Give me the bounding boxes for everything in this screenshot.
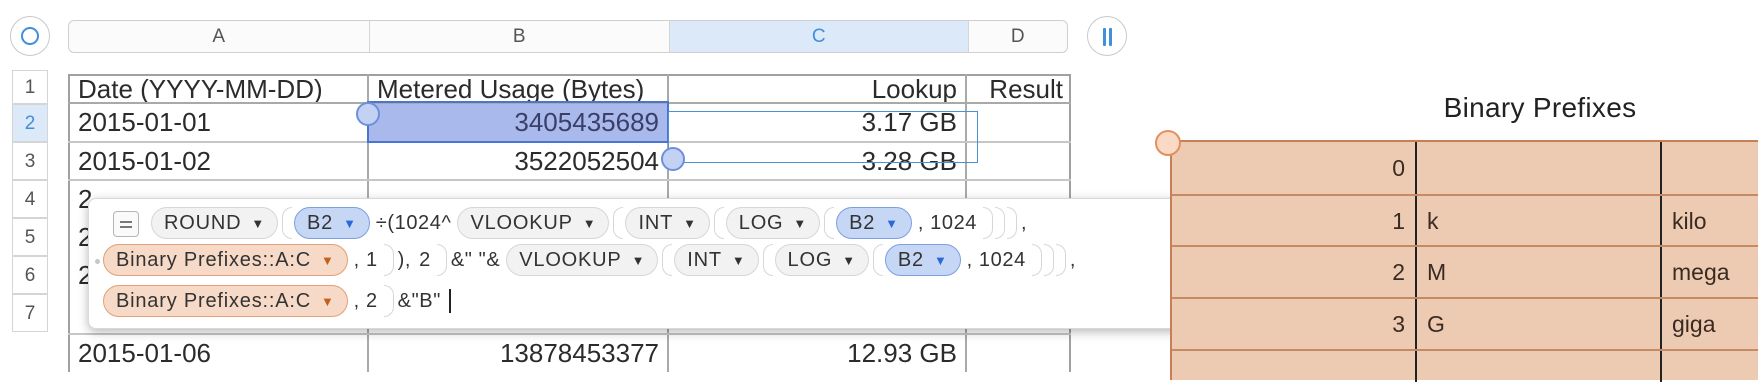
function-token-vlookup[interactable]: VLOOKUP ▼ [457,207,610,239]
formula-editor[interactable]: ROUND ▼ B2 ▼ ÷(1024^ VLOOKUP ▼ INT ▼ LOG ▼ B2… [88,198,1308,329]
header-date[interactable]: Date (YYYY-MM-DD) [70,76,367,102]
cell-a7[interactable]: 2015-01-06 [70,335,367,372]
text-caret [448,289,451,313]
formula-text: &"B" [397,289,441,312]
column-header-bar: A B C D [68,20,1068,53]
header-lookup[interactable]: Lookup [669,76,965,102]
function-token-log[interactable]: LOG ▼ [774,244,869,276]
cell-b3[interactable]: 3522052504 [369,143,667,179]
reference-handle-top[interactable] [356,102,380,126]
column-header-d[interactable]: D [969,21,1067,52]
prefix-exponent[interactable]: 3 [1172,299,1415,349]
column-header-c[interactable]: C [670,21,969,52]
prefix-exponent[interactable]: 2 [1172,247,1415,297]
prefix-exponent[interactable]: 1 [1172,196,1415,246]
function-token-int[interactable]: INT ▼ [674,244,759,276]
formula-line-1: ROUND ▼ B2 ▼ ÷(1024^ VLOOKUP ▼ INT ▼ LOG ▼ B2… [151,205,1033,241]
row-header-2[interactable]: 2 [12,104,48,142]
reference-token-b2[interactable]: B2 ▼ [836,207,912,239]
formula-equals-icon[interactable] [113,211,139,237]
formula-text: ), [397,248,412,271]
header-usage[interactable]: Metered Usage (Bytes) [369,76,667,102]
prefix-range-handle[interactable] [1155,130,1181,156]
range-token-binary-prefixes[interactable]: Binary Prefixes::A:C ▼ [103,285,348,317]
formula-text: , [1021,211,1028,234]
formula-text: , 1024 [966,248,1026,271]
select-all-icon[interactable] [10,16,50,56]
function-token-round[interactable]: ROUND ▼ [151,207,279,239]
reference-cell-border [367,101,669,143]
formula-text: ÷(1024^ [375,211,452,234]
reference-token-b2[interactable]: B2 ▼ [294,207,370,239]
function-token-int[interactable]: INT ▼ [625,207,710,239]
column-header-b[interactable]: B [370,21,670,52]
prefix-name[interactable]: mega [1662,247,1758,297]
prefix-symbol[interactable]: G [1417,299,1660,349]
prefix-symbol[interactable]: k [1417,196,1660,246]
reference-token-b2[interactable]: B2 ▼ [884,244,961,276]
reference-handle-bottom[interactable] [661,147,685,171]
row-header-4[interactable]: 4 [12,180,48,218]
cell-a3[interactable]: 2015-01-02 [70,143,367,179]
row-header-7[interactable]: 7 [12,294,48,332]
prefix-name[interactable]: kilo [1662,196,1758,246]
row-header-3[interactable]: 3 [12,142,48,180]
column-header-a[interactable]: A [69,21,370,52]
formula-text: , [1069,248,1076,271]
row-header-1[interactable]: 1 [12,70,48,104]
formula-text: 2 [419,248,431,271]
formula-text: &" "& [450,248,501,271]
row-header-5[interactable]: 5 [12,218,48,256]
cell-a2[interactable]: 2015-01-01 [70,104,367,141]
header-result[interactable]: Result [967,76,1071,102]
cell-c7[interactable]: 12.93 GB [669,335,965,372]
formula-text: , 2 [353,289,378,312]
prefix-name[interactable]: giga [1662,299,1758,349]
range-token-binary-prefixes[interactable]: Binary Prefixes::A:C ▼ [103,244,348,276]
active-cell-border [668,111,978,163]
row-header-6[interactable]: 6 [12,256,48,294]
formula-line-2: Binary Prefixes::A:C ▼ , 1 ), 2 &" "& VLO… [103,242,1082,278]
prefix-table-title: Binary Prefixes [1443,92,1637,123]
formula-line-3: Binary Prefixes::A:C ▼ , 2 &"B" [103,283,451,319]
formula-text: , 1 [353,248,378,271]
formula-text: , 1024 [917,211,978,234]
cell-d2[interactable] [967,104,1071,141]
cell-b7[interactable]: 13878453377 [369,335,667,372]
prefix-table: 0 1 k kilo 2 M mega 3 G giga [1170,140,1758,382]
function-token-vlookup[interactable]: VLOOKUP ▼ [506,244,659,276]
drag-dot[interactable] [95,259,100,264]
freeze-columns-icon[interactable] [1087,16,1127,56]
function-token-log[interactable]: LOG ▼ [725,207,821,239]
prefix-symbol[interactable]: M [1417,247,1660,297]
prefix-exponent[interactable]: 0 [1172,142,1415,194]
